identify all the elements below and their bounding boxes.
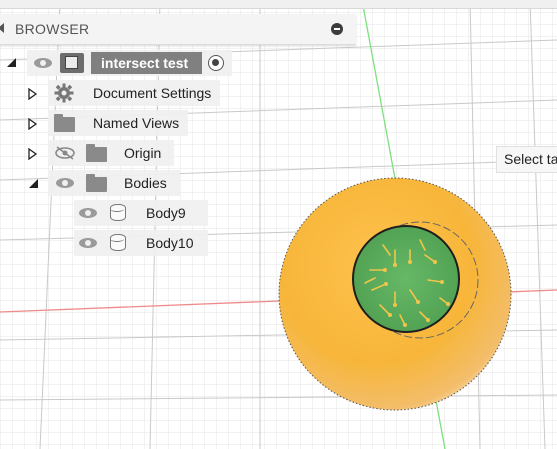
tree-item-label: Body10: [146, 235, 194, 251]
tree-item-document-settings[interactable]: Document Settings: [48, 80, 220, 106]
root-label-box[interactable]: intersect test: [91, 52, 202, 74]
collapse-panel-icon[interactable]: [0, 23, 4, 33]
folder-icon: [86, 144, 107, 162]
tree-expander-bodies[interactable]: [29, 179, 38, 188]
panel-options-icon[interactable]: [331, 23, 343, 35]
tree-expander-origin[interactable]: [28, 148, 38, 160]
visibility-eye-icon[interactable]: [56, 178, 74, 188]
tree-item-root[interactable]: intersect test: [27, 50, 232, 76]
body-icon: [110, 234, 126, 251]
tree-item-named-views[interactable]: Named Views: [48, 110, 188, 136]
visibility-eye-icon[interactable]: [79, 208, 97, 218]
tree-expander-named-views[interactable]: [28, 118, 38, 130]
visibility-hidden-icon[interactable]: [54, 146, 76, 160]
tree-expander-root[interactable]: [7, 58, 16, 67]
top-bar: [0, 0, 557, 9]
body-icon: [110, 204, 126, 221]
visibility-eye-icon[interactable]: [34, 58, 52, 68]
tree-item-label: Named Views: [93, 115, 180, 131]
visibility-eye-icon[interactable]: [79, 238, 97, 248]
folder-icon: [86, 174, 107, 192]
root-component-label: intersect test: [101, 55, 189, 71]
gear-icon: [54, 83, 74, 103]
tree-item-body10[interactable]: Body10: [74, 230, 208, 256]
browser-panel-header[interactable]: BROWSER: [0, 14, 356, 45]
browser-title: BROWSER: [15, 21, 90, 37]
tree-expander-document-settings[interactable]: [28, 88, 38, 100]
tree-item-label: Bodies: [124, 175, 167, 191]
tree-item-bodies[interactable]: Bodies: [48, 170, 180, 196]
document-component-icon: [60, 53, 84, 73]
tree-item-origin[interactable]: Origin: [48, 140, 174, 166]
tree-item-label: Origin: [124, 145, 162, 161]
intersection-region[interactable]: [352, 225, 460, 333]
tree-item-body9[interactable]: Body9: [74, 200, 208, 226]
tree-item-label: Body9: [146, 205, 186, 221]
tree-item-label: Document Settings: [93, 85, 212, 101]
folder-icon: [54, 114, 75, 132]
activate-radio-icon[interactable]: [208, 55, 224, 71]
